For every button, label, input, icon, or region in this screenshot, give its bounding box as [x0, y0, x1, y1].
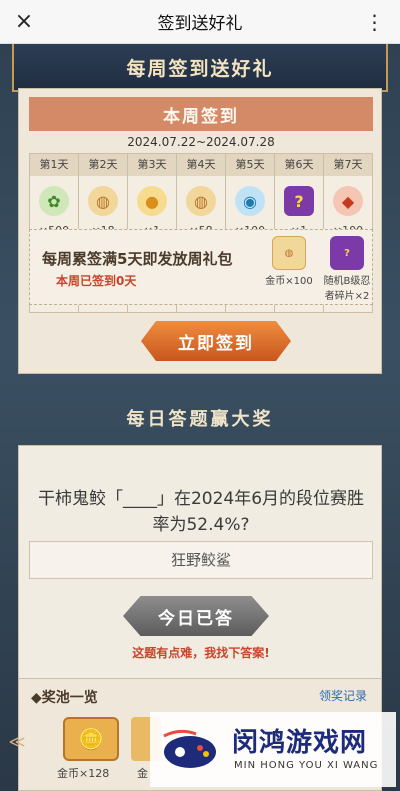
weekly-header-banner: 每周签到送好礼	[12, 44, 388, 92]
day-label: 第3天	[128, 154, 176, 176]
gold-chest-icon[interactable]: 🪙	[63, 717, 119, 761]
quiz-banner: 每日答题赢大奖	[60, 402, 340, 434]
clover-icon: ✿	[39, 186, 69, 216]
weekly-gift-coins[interactable]: ◍ 金币×100	[262, 236, 316, 287]
checkin-panel: 本周签到 2024.07.22~2024.07.28 第1天 ✿ ×500 第2…	[18, 88, 382, 374]
answered-today-button[interactable]: 今日已答	[123, 596, 269, 636]
weekly-bonus-rule: 每周累签满5天即发放周礼包	[42, 250, 233, 268]
watermark-subtitle: MIN HONG YOU XI WANG	[234, 760, 379, 771]
scroll-left-icon[interactable]: ≪	[0, 732, 34, 752]
day-label: 第4天	[177, 154, 225, 176]
coin-stack-icon: ◍	[186, 186, 216, 216]
watermark-title: 闵鸿游戏网	[232, 728, 368, 758]
day-label: 第1天	[30, 154, 78, 176]
weekly-checkin-status: 本周已签到0天	[56, 274, 137, 288]
weekly-bonus-box: 每周累签满5天即发放周礼包 本周已签到0天 ◍ 金币×100 ? 随机B级忍者碎…	[29, 229, 373, 305]
quiz-banner-title: 每日答题赢大奖	[126, 409, 274, 430]
prize-caption: 金币×128	[57, 767, 110, 780]
this-week-header: 本周签到	[29, 97, 373, 131]
quiz-panel: 干柿鬼鲛「____」在2024年6月的段位赛胜率为52.4%? 狂野鲛鲨 今日已…	[18, 445, 382, 685]
day-label: 第6天	[275, 154, 323, 176]
blue-orb-icon: ◉	[235, 186, 265, 216]
prize-records-link[interactable]: 领奖记录	[319, 687, 367, 704]
orb-icon: ●	[137, 186, 167, 216]
mystery-box-icon: ?	[330, 236, 364, 270]
coin-stack-icon: ◍	[88, 186, 118, 216]
day-label: 第5天	[226, 154, 274, 176]
day-label: 第2天	[79, 154, 127, 176]
prize-pool-title: ◆奖池一览	[31, 690, 98, 706]
coin-stack-icon: ◍	[272, 236, 306, 270]
more-options-icon[interactable]: ⋮	[362, 10, 388, 34]
gift-caption: 金币×100	[265, 276, 313, 287]
checkin-button[interactable]: 立即签到	[141, 321, 291, 361]
answer-hint-link[interactable]: 这题有点难，我找下答案!	[19, 644, 383, 661]
date-range: 2024.07.22~2024.07.28	[127, 135, 275, 149]
day-label: 第7天	[324, 154, 372, 176]
weekly-header-title: 每周签到送好礼	[126, 57, 274, 80]
page-title: 签到送好礼	[157, 14, 243, 34]
quiz-answer-option[interactable]: 狂野鲛鲨	[29, 541, 373, 579]
site-watermark: 闵鸿游戏网 MIN HONG YOU XI WANG	[150, 712, 396, 787]
gamepad-logo-icon	[160, 726, 220, 774]
this-week-title: 本周签到	[163, 106, 239, 127]
prize-caption: 金	[137, 767, 148, 780]
red-gem-icon: ◆	[333, 186, 363, 216]
gift-caption: 随机B级忍者碎片×2	[323, 276, 371, 302]
top-navigation-bar: × 签到送好礼 ⋮	[0, 0, 400, 44]
close-icon[interactable]: ×	[10, 8, 38, 36]
quiz-question: 干柿鬼鲛「____」在2024年6月的段位赛胜率为52.4%?	[37, 489, 365, 535]
weekly-gift-fragments[interactable]: ? 随机B级忍者碎片×2	[320, 236, 374, 302]
mystery-box-icon: ?	[284, 186, 314, 216]
